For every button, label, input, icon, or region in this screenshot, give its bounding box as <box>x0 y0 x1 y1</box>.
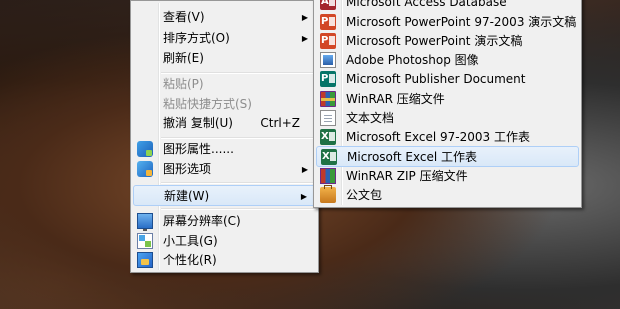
new-item-label: WinRAR ZIP 压缩文件 <box>346 169 468 183</box>
menu-item-graphics-options-label: 图形选项 <box>163 162 212 176</box>
new-item-label: Microsoft Excel 97-2003 工作表 <box>346 130 530 144</box>
menu-item-personalize[interactable]: 个性化(R) <box>133 250 316 271</box>
winrar-icon <box>320 91 336 107</box>
menu-item-refresh[interactable]: 刷新(E) <box>133 48 316 69</box>
graphics-properties-icon <box>137 141 153 157</box>
new-powerpoint[interactable]: P Microsoft PowerPoint 演示文稿 <box>316 31 579 52</box>
menu-separator <box>161 182 316 184</box>
menu-item-graphics-properties[interactable]: 图形属性...... <box>133 139 316 160</box>
new-item-label: Adobe Photoshop 图像 <box>346 53 479 67</box>
new-item-label: 公文包 <box>346 188 383 202</box>
menu-item-new-label: 新建(W) <box>164 189 210 203</box>
menu-item-graphics-options[interactable]: 图形选项 ▶ <box>133 159 316 180</box>
screen-resolution-icon <box>137 213 153 231</box>
excel-icon: X <box>320 129 336 145</box>
menu-item-new[interactable]: 新建(W) ▶ <box>133 185 316 206</box>
menu-item-paste-shortcut-label: 粘贴快捷方式(S) <box>163 97 252 111</box>
menu-item-sort-by[interactable]: 排序方式(O) ▶ <box>133 28 316 49</box>
new-winrar-zip[interactable]: WinRAR ZIP 压缩文件 <box>316 166 579 187</box>
powerpoint-icon: P <box>320 14 336 30</box>
new-briefcase[interactable]: 公文包 <box>316 185 579 206</box>
new-item-label: WinRAR 压缩文件 <box>346 92 445 106</box>
menu-item-gadgets[interactable]: 小工具(G) <box>133 231 316 252</box>
menu-item-gadgets-label: 小工具(G) <box>163 234 218 248</box>
personalize-icon <box>137 252 153 268</box>
menu-separator <box>161 208 316 210</box>
submenu-arrow-icon: ▶ <box>301 34 308 43</box>
excel-icon: X <box>321 149 337 165</box>
powerpoint-icon: P <box>320 33 336 49</box>
menu-item-screen-resolution-label: 屏幕分辨率(C) <box>163 214 241 228</box>
menu-item-view[interactable]: 查看(V) ▶ <box>133 7 316 28</box>
new-item-label: Microsoft PowerPoint 97-2003 演示文稿 <box>346 15 577 29</box>
menu-item-refresh-label: 刷新(E) <box>163 51 204 65</box>
gadgets-icon <box>137 233 153 249</box>
new-item-label: Microsoft Excel 工作表 <box>347 150 478 164</box>
new-publisher-document[interactable]: P Microsoft Publisher Document <box>316 69 579 90</box>
menu-item-undo-copy-shortcut: Ctrl+Z <box>260 116 300 130</box>
graphics-options-icon <box>137 161 153 177</box>
new-text-document[interactable]: 文本文档 <box>316 108 579 129</box>
new-item-label: Microsoft PowerPoint 演示文稿 <box>346 34 523 48</box>
menu-item-personalize-label: 个性化(R) <box>163 253 217 267</box>
menu-item-undo-copy-label: 撤消 复制(U) <box>163 116 233 130</box>
photoshop-icon <box>320 52 336 68</box>
menu-item-undo-copy[interactable]: 撤消 复制(U) Ctrl+Z <box>133 113 316 134</box>
new-winrar-archive[interactable]: WinRAR 压缩文件 <box>316 89 579 110</box>
new-excel-worksheet[interactable]: X Microsoft Excel 工作表 <box>316 146 579 167</box>
winrar-zip-icon <box>320 168 336 184</box>
menu-item-paste-label: 粘贴(P) <box>163 77 204 91</box>
menu-item-graphics-properties-label: 图形属性...... <box>163 142 234 156</box>
submenu-arrow-icon: ▶ <box>301 165 308 174</box>
submenu-arrow-icon: ▶ <box>300 192 307 201</box>
desktop-context-menu: 查看(V) ▶ 排序方式(O) ▶ 刷新(E) 粘贴(P) 粘贴快捷方式(S) … <box>130 0 319 273</box>
new-item-label: Microsoft Publisher Document <box>346 72 526 86</box>
menu-item-sort-by-label: 排序方式(O) <box>163 31 230 45</box>
new-item-label: 文本文档 <box>346 111 395 125</box>
menu-item-paste[interactable]: 粘贴(P) <box>133 74 316 95</box>
new-powerpoint-97-2003[interactable]: P Microsoft PowerPoint 97-2003 演示文稿 <box>316 12 579 33</box>
new-submenu: A Microsoft Access Database P Microsoft … <box>313 0 582 208</box>
menu-item-paste-shortcut[interactable]: 粘贴快捷方式(S) <box>133 94 316 115</box>
menu-item-screen-resolution[interactable]: 屏幕分辨率(C) <box>133 211 316 232</box>
briefcase-icon <box>320 185 336 203</box>
new-photoshop-image[interactable]: Adobe Photoshop 图像 <box>316 50 579 71</box>
text-document-icon <box>320 110 336 126</box>
publisher-icon: P <box>320 71 336 87</box>
menu-item-view-label: 查看(V) <box>163 10 205 24</box>
access-icon: A <box>320 0 336 10</box>
submenu-arrow-icon: ▶ <box>301 13 308 22</box>
new-excel-97-2003[interactable]: X Microsoft Excel 97-2003 工作表 <box>316 127 579 148</box>
